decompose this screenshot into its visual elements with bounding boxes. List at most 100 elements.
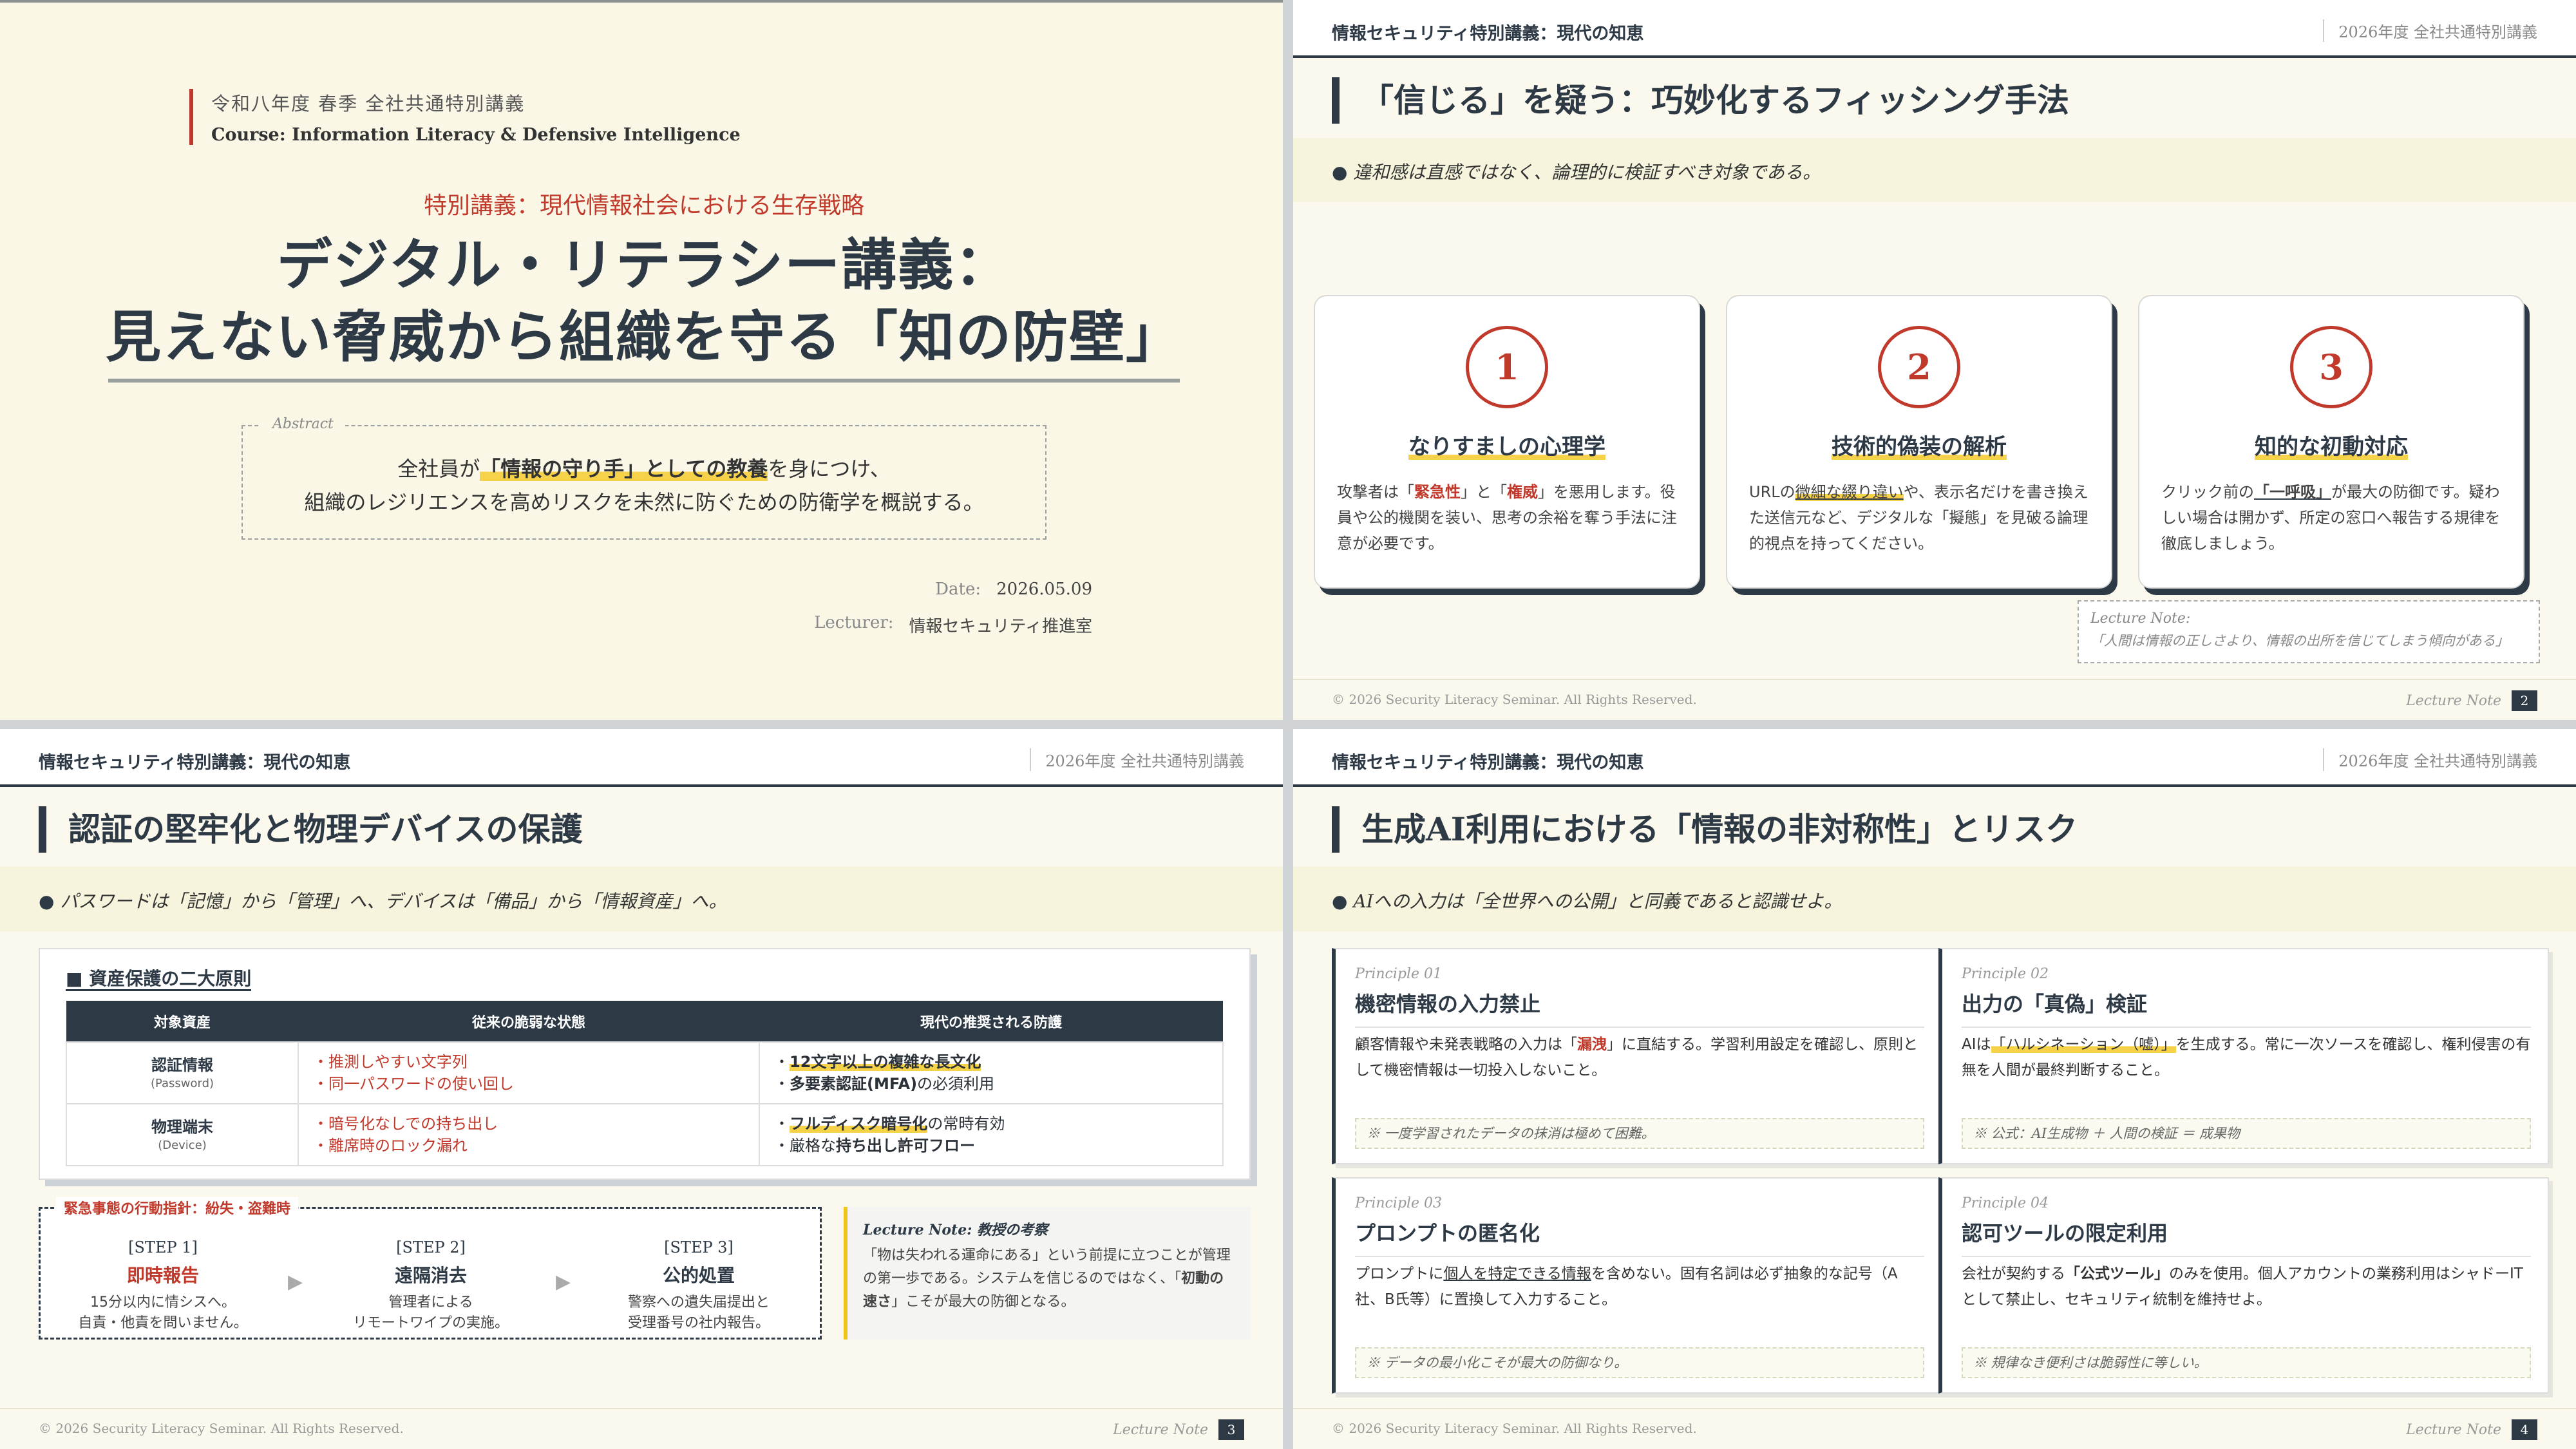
footer-note-label: Lecture Note [2406,1421,2501,1438]
weak-item: ・暗号化なしでの持ち出し [313,1115,498,1133]
principle-label: Principle 02 [1962,966,2049,982]
step-desc-line: 警察への遺失届提出と [627,1294,770,1311]
page-number: 2 [2512,690,2537,711]
slide-2-phishing: 情報セキュリティ特別講義：現代の知恵 2026年度 全社共通特別講義 「信じる」… [1293,0,2576,720]
course-en: Course: Information Literacy & Defensive… [211,125,741,145]
principle-label: Principle 03 [1355,1195,1443,1211]
principle-heading: 出力の「真偽」検証 [1962,988,2531,1028]
principle-text: 会社が契約する [1962,1265,2065,1282]
card-number: 2 [1878,326,1960,408]
emergency-label: 緊急事態の行動指針：紛失・盗難時 [56,1197,299,1218]
header-right: 2026年度 全社共通特別講義 [2323,19,2537,42]
card-heading: 知的な初動対応 [2139,429,2523,460]
card-body: クリック前の「一呼吸」が最大の防御です。疑わしい場合は開かず、所定の窓口へ報告す… [2161,479,2504,556]
lecture-meta: Date: 2026.05.09 Lecturer: 情報セキュリティ推進室 [810,580,1092,651]
strong-cell: ・12文字以上の複雑な長文化 ・多要素認証(MFA)の必須利用 [759,1041,1224,1104]
lead-text: ● AIへの入力は「全世界への公開」と同義であると認識せよ。 [1332,887,1842,913]
weak-item: ・推測しやすい文字列 [313,1053,468,1071]
slide-title: 「信じる」を疑う：巧妙化するフィッシング手法 [1332,77,2069,124]
principle-note: ※ データの最小化こそが最大の防御なり。 [1355,1347,1924,1378]
slide-3-authentication: 情報セキュリティ特別講義：現代の知恵 2026年度 全社共通特別講義 認証の堅牢… [0,729,1283,1449]
lecture-note: Lecture Note: 「人間は情報の正しさより、情報の出所を信じてしまう傾… [2078,600,2540,663]
principle-heading: プロンプトの匿名化 [1355,1217,1924,1257]
asset-name: 物理端末 [151,1118,213,1136]
strong-emph: フルディスク暗号化 [790,1115,928,1133]
lead-text: ● 違和感は直感ではなく、論理的に検証すべき対象である。 [1332,158,1821,184]
asset-en: (Password) [150,1077,214,1090]
asset-name: 認証情報 [151,1056,213,1074]
card-heading: なりすましの心理学 [1315,429,1699,460]
lecturer-label: Lecturer: [814,613,894,632]
asset-en: (Device) [158,1139,207,1152]
footer-rule [1293,679,2576,680]
abstract-pre: 全社員が [397,457,480,481]
step-desc-line: リモートワイプの実施。 [352,1315,509,1331]
note-text: 「人間は情報の正しさより、情報の出所を信じてしまう傾向がある」 [2090,633,2509,649]
page-number: 3 [1218,1419,1244,1440]
slide-title: 認証の堅牢化と物理デバイスの保護 [39,806,583,853]
step-2: [STEP 2] 遠隔消去 管理者による リモートワイプの実施。 [334,1238,527,1334]
principle-note: ※ 公式：AI生成物 ＋ 人間の検証 ＝ 成果物 [1962,1118,2531,1149]
weak-cell: ・推測しやすい文字列・同一パスワードの使い回し [298,1041,760,1104]
card-emph: 緊急性 [1414,483,1461,501]
step-desc: 警察への遺失届提出と 受理番号の社内報告。 [602,1293,795,1334]
card-initial-response: 3 知的な初動対応 クリック前の「一呼吸」が最大の防御です。疑わしい場合は開かず… [2138,295,2524,589]
weak-item: ・同一パスワードの使い回し [313,1075,514,1093]
abstract-highlight: 「情報の守り手」としての教養 [480,457,768,481]
principle-body: 顧客情報や未発表戦略の入力は「漏洩」に直結する。学習利用設定を確認し、原則として… [1355,1032,1924,1083]
step-desc: 管理者による リモートワイプの実施。 [334,1293,527,1334]
principle-emph: 「ハルシネーション（嘘）」 [1991,1036,2176,1053]
step-tag: [STEP 2] [396,1238,466,1256]
emergency-steps: 緊急事態の行動指針：紛失・盗難時 [STEP 1] 即時報告 15分以内に情シス… [39,1197,822,1340]
title-rule [108,379,1180,383]
strong-rest: の必須利用 [917,1075,995,1093]
footer-copyright: © 2026 Security Literacy Seminar. All Ri… [39,1421,404,1436]
column-header: 現代の推奨される防護 [759,1001,1223,1042]
asset-cell: 物理端末 (Device) [66,1103,299,1166]
principle-emph: 個人を特定できる情報 [1443,1265,1591,1282]
asset-cell: 認証情報 (Password) [66,1041,299,1104]
strong-pre: 厳格な [790,1137,836,1155]
footer-note-label: Lecture Note [2406,692,2501,709]
step-name: 即時報告 [126,1265,199,1286]
column-header: 従来の脆弱な状態 [298,1001,759,1042]
footer-copyright: © 2026 Security Literacy Seminar. All Ri… [1332,1421,1697,1436]
footer-note: Lecture Note 3 [1113,1419,1244,1440]
step-desc-line: 自責・他責を問いません。 [78,1315,248,1331]
step-1: [STEP 1] 即時報告 15分以内に情シスへ。 自責・他責を問いません。 [66,1238,260,1334]
table-row: 認証情報 (Password) ・推測しやすい文字列・同一パスワードの使い回し ・… [66,1041,1224,1104]
principle-label: Principle 04 [1962,1195,2049,1211]
step-name: 公的処置 [662,1265,735,1286]
strong-rest: の常時有効 [927,1115,1005,1133]
course-label: 令和八年度 春季 全社共通特別講義 Course: Information Li… [189,89,741,145]
footer-note: Lecture Note 2 [2406,690,2537,711]
card-body: 攻撃者は「緊急性」と「権威」を悪用します。役員や公的機関を装い、思考の余裕を奪う… [1337,479,1680,556]
step-tag: [STEP 3] [664,1238,734,1256]
arrow-right-icon: ▶ [288,1271,303,1293]
footer-note: Lecture Note 4 [2406,1419,2537,1440]
card-number: 1 [1466,326,1548,408]
date-value: 2026.05.09 [996,580,1092,599]
principle-body: AIは「ハルシネーション（嘘）」を生成する。常に一次ソースを確認し、権利侵害の有… [1962,1032,2531,1083]
step-3: [STEP 3] 公的処置 警察への遺失届提出と 受理番号の社内報告。 [602,1238,795,1334]
lecture-subtitle: 特別講義：現代情報社会における生存戦略 [423,193,864,219]
page-number: 4 [2512,1419,2537,1440]
card-text: URLの [1749,483,1795,501]
strong-item: ・フルディスク暗号化の常時有効 [774,1115,1005,1133]
title-line-1: デジタル・リテラシー講義： [276,232,1012,298]
slide-1-title: 令和八年度 春季 全社共通特別講義 Course: Information Li… [0,0,1283,720]
strong-item: ・厳格な持ち出し許可フロー [774,1137,975,1155]
step-tag: [STEP 1] [128,1238,198,1256]
principle-label: Principle 01 [1355,966,1443,982]
abstract-post: を身につけ、 [768,457,891,481]
slide-title: 生成AI利用における「情報の非対称性」とリスク [1332,806,2078,853]
table-caption-text: ■ 資産保護の二大原則 [66,968,252,991]
course-jp: 令和八年度 春季 全社共通特別講義 [211,93,526,115]
principle-04: Principle 04 認可ツールの限定利用 会社が契約する「公式ツール」のみ… [1938,1177,2549,1394]
principle-body: プロンプトに個人を特定できる情報を含めない。固有名詞は必ず抽象的な記号（A社、B… [1355,1261,1924,1312]
slide-4-generative-ai: 情報セキュリティ特別講義：現代の知恵 2026年度 全社共通特別講義 生成AI利… [1293,729,2576,1449]
asset-protection-table: 対象資産 従来の脆弱な状態 現代の推奨される防護 認証情報 (Password) … [66,1001,1224,1166]
weak-item: ・離席時のロック漏れ [313,1137,468,1155]
strong-emph: 12文字以上の複雑な長文化 [790,1053,981,1071]
card-emph: 「一呼吸」 [2254,483,2331,501]
